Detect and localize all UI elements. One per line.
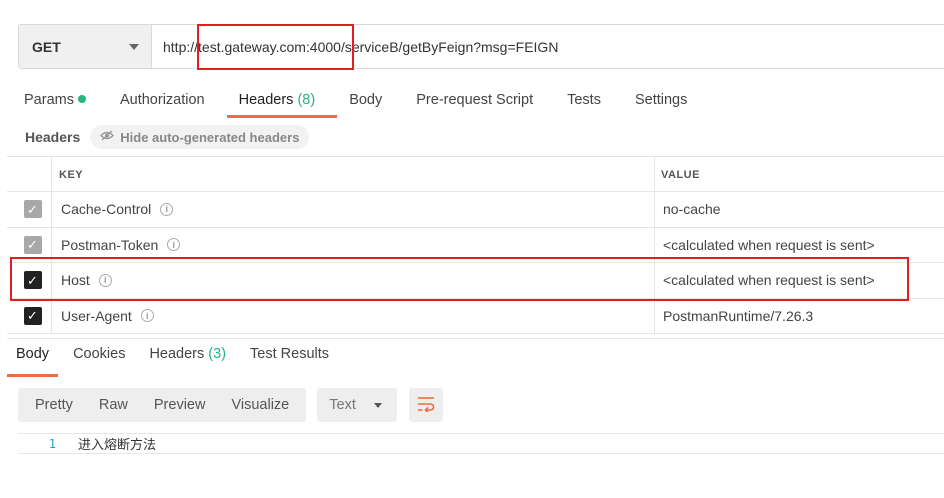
- column-header-value: VALUE: [661, 169, 700, 181]
- tab-count-badge: (3): [208, 346, 227, 362]
- tab-response-headers[interactable]: Headers (3): [149, 346, 226, 376]
- view-pretty-button[interactable]: Pretty: [22, 397, 86, 413]
- tab-label: Pre-request Script: [416, 92, 534, 108]
- column-header-key: KEY: [52, 157, 655, 191]
- tab-label: Tests: [567, 92, 601, 108]
- header-key: User-Agent: [61, 307, 132, 324]
- request-tabs: Params Authorization Headers (8) Body Pr…: [24, 88, 721, 118]
- tab-label: Headers: [149, 346, 205, 362]
- language-select[interactable]: Text: [317, 388, 398, 422]
- table-header-row: KEY VALUE: [7, 157, 944, 192]
- headers-table: KEY VALUE ✓ Cache-Control i no-cache ✓ P…: [7, 156, 944, 338]
- chevron-down-icon: [129, 43, 139, 50]
- view-visualize-button[interactable]: Visualize: [218, 397, 302, 413]
- tab-pre-request-script[interactable]: Pre-request Script: [416, 88, 533, 118]
- response-toolbar: Pretty Raw Preview Visualize Text: [18, 388, 444, 422]
- info-icon[interactable]: i: [160, 202, 174, 216]
- row-key-cell[interactable]: Postman-Token i: [52, 227, 655, 262]
- tab-settings[interactable]: Settings: [635, 88, 687, 118]
- tab-label: Body: [349, 92, 383, 108]
- info-icon[interactable]: i: [167, 238, 181, 252]
- method-select[interactable]: GET: [19, 25, 152, 68]
- header-check-column: [7, 157, 52, 191]
- table-row: ✓ Cache-Control i no-cache: [7, 192, 944, 228]
- response-body-text: 进入熔断方法: [78, 438, 157, 453]
- tab-label: Cookies: [73, 346, 126, 362]
- headers-toolbar: Headers Hide auto-generated headers: [25, 124, 310, 150]
- tab-label: Settings: [634, 92, 688, 108]
- info-icon[interactable]: i: [140, 309, 154, 323]
- checkbox[interactable]: ✓: [23, 200, 42, 219]
- tab-count-badge: (8): [297, 92, 316, 108]
- header-key: Cache-Control: [61, 201, 152, 218]
- tab-label: Body: [16, 346, 50, 362]
- eye-slash-icon: [100, 130, 115, 144]
- row-value-cell[interactable]: <calculated when request is sent>: [655, 228, 944, 263]
- row-key-cell[interactable]: Host i: [52, 263, 655, 298]
- line-number: 1: [48, 436, 56, 451]
- checkbox[interactable]: ✓: [23, 306, 42, 325]
- table-row: ✓ Postman-Token i <calculated when reque…: [7, 227, 944, 263]
- hide-auto-headers-label: Hide auto-generated headers: [120, 129, 300, 145]
- header-key: Host: [61, 272, 90, 289]
- tab-response-test-results[interactable]: Test Results: [250, 346, 329, 376]
- row-check-cell: ✓: [7, 263, 52, 298]
- tab-label: Test Results: [250, 346, 330, 362]
- response-body-editor[interactable]: 1 进入熔断方法: [18, 433, 944, 454]
- row-value-cell[interactable]: PostmanRuntime/7.26.3: [655, 299, 944, 334]
- tab-headers[interactable]: Headers (8): [226, 88, 337, 118]
- view-preview-button[interactable]: Preview: [141, 397, 219, 413]
- url-input[interactable]: http://test.gateway.com:4000/serviceB/ge…: [152, 25, 944, 68]
- tab-authorization[interactable]: Authorization: [120, 88, 205, 118]
- tab-body[interactable]: Body: [349, 88, 382, 118]
- row-check-cell: ✓: [7, 192, 52, 227]
- row-check-cell: ✓: [7, 227, 52, 262]
- view-mode-group: Pretty Raw Preview Visualize: [18, 388, 307, 422]
- checkbox[interactable]: ✓: [23, 235, 42, 254]
- method-label: GET: [32, 38, 61, 55]
- tab-label: Headers: [238, 92, 294, 108]
- view-raw-button[interactable]: Raw: [86, 397, 141, 413]
- row-key-cell[interactable]: Cache-Control i: [52, 192, 655, 227]
- row-value-cell[interactable]: no-cache: [655, 192, 944, 227]
- tab-params[interactable]: Params: [24, 88, 86, 118]
- tab-label: Params: [24, 92, 74, 108]
- row-value-cell[interactable]: <calculated when request is sent>: [655, 263, 944, 298]
- tab-label: Authorization: [119, 92, 205, 108]
- response-divider: [7, 338, 944, 339]
- header-key: Postman-Token: [61, 236, 159, 253]
- hide-auto-headers-button[interactable]: Hide auto-generated headers: [90, 125, 310, 149]
- language-label: Text: [329, 397, 356, 413]
- tab-response-cookies[interactable]: Cookies: [73, 346, 125, 376]
- request-url-bar: GET http://test.gateway.com:4000/service…: [18, 24, 944, 69]
- row-key-cell[interactable]: User-Agent i: [52, 298, 655, 333]
- tab-tests[interactable]: Tests: [567, 88, 601, 118]
- status-dot-icon: [77, 95, 86, 103]
- wrap-lines-button[interactable]: [409, 388, 444, 422]
- row-check-cell: ✓: [7, 298, 52, 333]
- response-tabs: Body Cookies Headers (3) Test Results: [6, 346, 353, 377]
- headers-section-title: Headers: [25, 129, 81, 145]
- info-icon[interactable]: i: [98, 273, 112, 287]
- checkbox[interactable]: ✓: [23, 271, 42, 290]
- table-row: ✓ User-Agent i PostmanRuntime/7.26.3: [7, 298, 944, 334]
- chevron-down-icon: [374, 402, 383, 408]
- tab-response-body[interactable]: Body: [6, 346, 59, 377]
- table-row: ✓ Host i <calculated when request is sen…: [7, 263, 944, 299]
- wrap-lines-icon: [417, 396, 435, 415]
